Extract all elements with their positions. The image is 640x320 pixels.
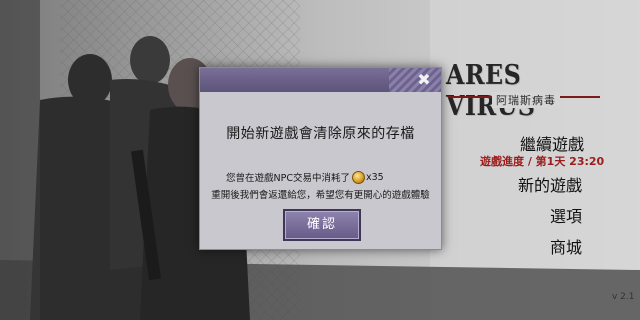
version-label: v 2.1 <box>612 292 635 302</box>
dialog-title: 開始新遊戲會清除原來的存檔 <box>226 126 415 142</box>
options-button[interactable]: 選項 <box>550 203 582 227</box>
dialog-header: ✖ <box>200 68 441 92</box>
close-icon[interactable]: ✖ <box>413 69 435 91</box>
shop-button[interactable]: 商城 <box>550 234 582 258</box>
new-game-button[interactable]: 新的遊戲 <box>518 172 582 196</box>
game-logo-subtitle: 阿瑞斯病毒 <box>492 92 560 108</box>
game-logo-title: ARES VIRUS <box>446 60 536 122</box>
refund-text-prefix: 您曾在遊戲NPC交易中消耗了 <box>226 173 350 184</box>
gold-coin-icon <box>351 170 365 184</box>
dialog-return-message: 重開後我們會返還給您，希望您有更開心的遊戲體驗 <box>211 190 430 201</box>
refund-amount: x35 <box>365 171 384 183</box>
dialog-refund-message: 您曾在遊戲NPC交易中消耗了 x35 <box>226 170 384 184</box>
game-progress-text: 遊戲進度 / 第1天 23:20 <box>480 155 605 168</box>
continue-game-button[interactable]: 繼續遊戲 <box>520 131 584 155</box>
new-game-confirm-dialog: ✖ 開始新遊戲會清除原來的存檔 您曾在遊戲NPC交易中消耗了 x35 重開後我們… <box>199 67 442 250</box>
confirm-button[interactable]: 確認 <box>283 209 361 241</box>
